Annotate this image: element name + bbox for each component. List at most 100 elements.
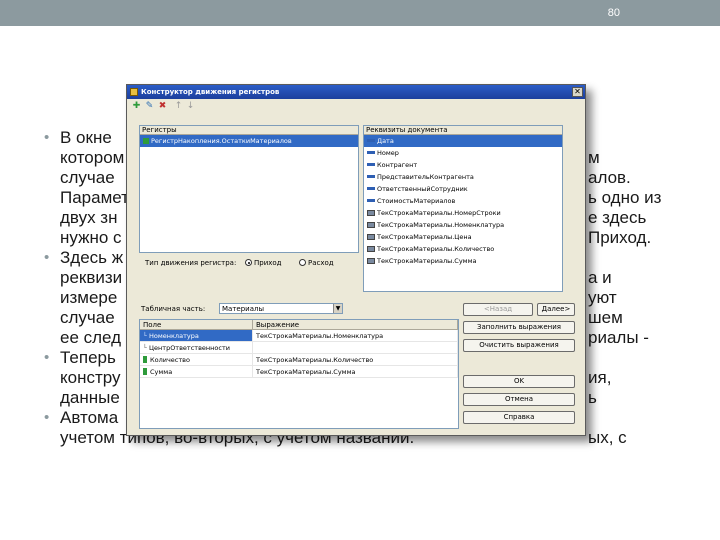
radio-expense[interactable]: Расход — [299, 259, 334, 267]
tabular-part-label: Табличная часть: — [141, 305, 206, 313]
table-attribute-icon — [367, 210, 375, 216]
document-attributes-list[interactable]: Реквизиты документа Дата Номер Контраген… — [363, 125, 563, 292]
back-button[interactable]: <Назад — [463, 303, 533, 316]
table-row[interactable]: └ ЦентрОтветственности — [140, 342, 458, 354]
cancel-button[interactable]: Отмена — [463, 393, 575, 406]
fill-expressions-button[interactable]: Заполнить выражения — [463, 321, 575, 334]
fragment: ь одно из — [588, 188, 662, 207]
fragment: ых, с — [588, 428, 627, 447]
document-attributes-header: Реквизиты документа — [364, 126, 562, 135]
expression-cell[interactable] — [253, 342, 458, 353]
attribute-label: ТекСтрокаМатериалы.Количество — [377, 245, 495, 253]
table-header: Поле Выражение — [140, 320, 458, 330]
resource-icon — [143, 368, 147, 375]
attribute-icon — [367, 175, 375, 178]
table-attribute-icon — [367, 246, 375, 252]
field-cell[interactable]: Количество — [140, 354, 253, 365]
field-label: ЦентрОтветственности — [148, 344, 230, 352]
list-item[interactable]: ОтветственныйСотрудник — [364, 183, 562, 195]
expression-cell[interactable]: ТекСтрокаМатериалы.Сумма — [253, 366, 458, 377]
field-cell[interactable]: └ Номенклатура — [140, 330, 253, 341]
table-attribute-icon — [367, 222, 375, 228]
attribute-icon — [367, 163, 375, 166]
attribute-label: ОтветственныйСотрудник — [377, 185, 468, 193]
list-item[interactable]: ТекСтрокаМатериалы.Номенклатура — [364, 219, 562, 231]
field-cell[interactable]: Сумма — [140, 366, 253, 377]
attribute-label: Контрагент — [377, 161, 418, 169]
dialog-title: Конструктор движения регистров — [141, 88, 280, 96]
attribute-label: ТекСтрокаМатериалы.Цена — [377, 233, 472, 241]
expression-cell[interactable]: ТекСтрокаМатериалы.Количество — [253, 354, 458, 365]
list-item[interactable]: СтоимостьМатериалов — [364, 195, 562, 207]
attribute-label: ТекСтрокаМатериалы.Номенклатура — [377, 221, 505, 229]
close-button[interactable]: ✕ — [572, 87, 583, 97]
attribute-label: ТекСтрокаМатериалы.Сумма — [377, 257, 477, 265]
fragment: Приход. — [588, 228, 652, 247]
registers-list[interactable]: Регистры РегистрНакопления.ОстаткиМатери… — [139, 125, 359, 253]
table-attribute-icon — [367, 234, 375, 240]
app-icon — [130, 88, 138, 96]
list-item[interactable]: РегистрНакопления.ОстаткиМатериалов — [140, 135, 358, 147]
list-item[interactable]: ТекСтрокаМатериалы.НомерСтроки — [364, 207, 562, 219]
next-button[interactable]: Далее> — [537, 303, 575, 316]
fragment: е здесь — [588, 208, 647, 227]
delete-register-icon[interactable]: ✖ — [157, 101, 168, 112]
attribute-icon — [367, 151, 375, 154]
column-expression-header[interactable]: Выражение — [253, 320, 458, 329]
attribute-icon — [367, 199, 375, 202]
attribute-label: ТекСтрокаМатериалы.НомерСтроки — [377, 209, 501, 217]
add-register-icon[interactable]: ✚ — [131, 101, 142, 112]
radio-expense-label: Расход — [308, 259, 334, 267]
fields-expressions-table[interactable]: Поле Выражение └ Номенклатура ТекСтрокаМ… — [139, 319, 459, 429]
tabular-part-value: Материалы — [222, 305, 264, 313]
attribute-label: СтоимостьМатериалов — [377, 197, 456, 205]
fragment: ия, — [588, 368, 612, 387]
list-item[interactable]: ПредставительКонтрагента — [364, 171, 562, 183]
fragment: а и — [588, 268, 612, 287]
field-label: Количество — [150, 356, 190, 364]
move-down-icon[interactable]: ↓ — [185, 101, 196, 112]
fragment: уют — [588, 288, 617, 307]
radio-expense-dot[interactable] — [299, 259, 306, 266]
fragment: алов. — [588, 168, 631, 187]
dialog-titlebar[interactable]: Конструктор движения регистров ✕ — [127, 85, 585, 99]
move-up-icon[interactable]: ↑ — [173, 101, 184, 112]
help-button[interactable]: Справка — [463, 411, 575, 424]
column-field-header[interactable]: Поле — [140, 320, 253, 329]
edit-register-icon[interactable]: ✎ — [144, 101, 155, 112]
attribute-icon — [367, 139, 375, 142]
fragment: шем — [588, 308, 623, 327]
radio-income[interactable]: Приход — [245, 259, 282, 267]
list-item[interactable]: Контрагент — [364, 159, 562, 171]
expression-cell[interactable]: ТекСтрокаМатериалы.Номенклатура — [253, 330, 458, 341]
list-item[interactable]: Дата — [364, 135, 562, 147]
attribute-label: Дата — [377, 137, 394, 145]
attribute-label: ПредставительКонтрагента — [377, 173, 474, 181]
fragment: м — [588, 148, 600, 167]
tabular-part-select[interactable]: Материалы ▼ — [219, 303, 343, 314]
registers-header: Регистры — [140, 126, 358, 135]
field-label: Номенклатура — [148, 332, 199, 340]
table-row[interactable]: └ Номенклатура ТекСтрокаМатериалы.Номенк… — [140, 330, 458, 342]
chevron-down-icon[interactable]: ▼ — [333, 304, 342, 313]
table-attribute-icon — [367, 258, 375, 264]
clear-expressions-button[interactable]: Очистить выражения — [463, 339, 575, 352]
table-row[interactable]: Количество ТекСтрокаМатериалы.Количество — [140, 354, 458, 366]
list-item[interactable]: ТекСтрокаМатериалы.Количество — [364, 243, 562, 255]
register-movement-constructor-dialog: Конструктор движения регистров ✕ ✚ ✎ ✖ ↑… — [126, 84, 586, 436]
radio-income-label: Приход — [254, 259, 282, 267]
field-label: Сумма — [150, 368, 173, 376]
field-cell[interactable]: └ ЦентрОтветственности — [140, 342, 253, 353]
list-item[interactable]: ТекСтрокаМатериалы.Сумма — [364, 255, 562, 267]
list-item[interactable]: Номер — [364, 147, 562, 159]
ok-button[interactable]: OK — [463, 375, 575, 388]
list-item[interactable]: ТекСтрокаМатериалы.Цена — [364, 231, 562, 243]
attribute-label: Номер — [377, 149, 399, 157]
table-row[interactable]: Сумма ТекСтрокаМатериалы.Сумма — [140, 366, 458, 378]
fragment: ь — [588, 388, 597, 407]
movement-type-label: Тип движения регистра: — [145, 259, 237, 267]
attribute-icon — [367, 187, 375, 190]
radio-income-dot[interactable] — [245, 259, 252, 266]
register-icon — [143, 138, 149, 144]
fragment: риалы - — [588, 328, 649, 347]
